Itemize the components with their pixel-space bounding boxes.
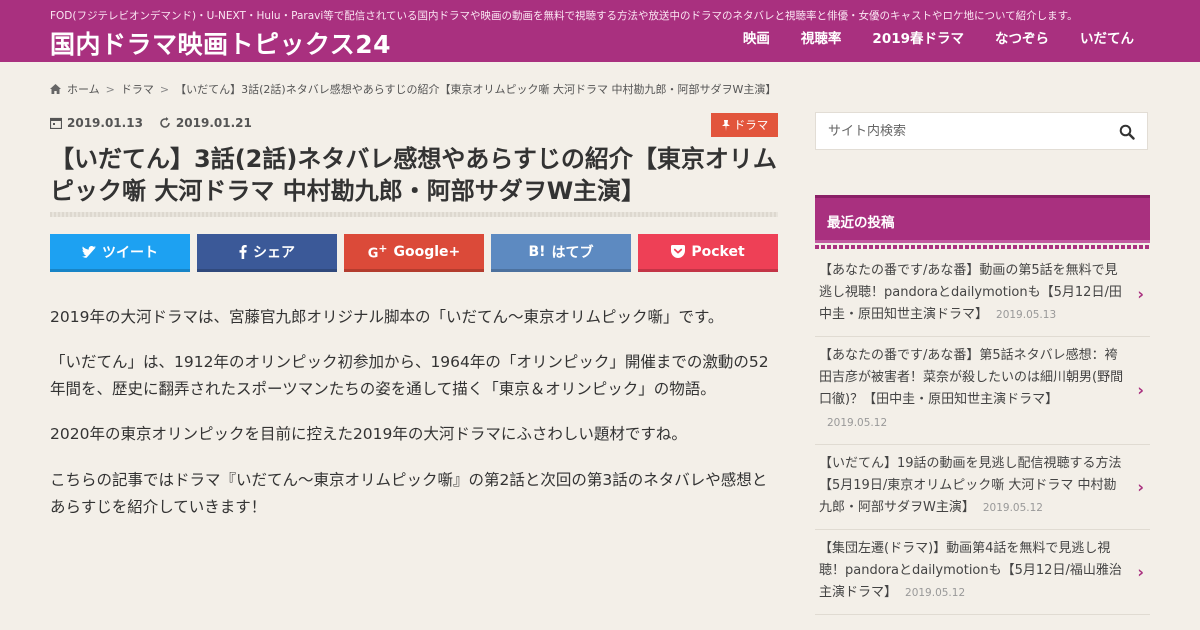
- recent-posts-list: 【あなたの番です/あな番】動画の第5話を無料で見逃し視聴！pandoraとdai…: [815, 252, 1150, 616]
- recent-post-item[interactable]: 【集団左遷(ドラマ)】動画第4話を無料で見逃し視聴！pandoraとdailym…: [815, 530, 1150, 616]
- article-body: 2019年の大河ドラマは、宮藤官九郎オリジナル脚本の「いだてん～東京オリムピック…: [50, 304, 778, 539]
- google-plus-share-button[interactable]: G+ Google+: [344, 234, 484, 272]
- published-date-text: 2019.01.13: [67, 116, 143, 130]
- recent-post-title: 【あなたの番です/あな番】動画の第5話を無料で見逃し視聴！pandoraとdai…: [819, 263, 1122, 323]
- article-title: 【いだてん】3話(2話)ネタバレ感想やあらすじの紹介【東京オリムピック噺 大河ド…: [50, 145, 777, 206]
- hatena-share-label: はてブ: [551, 244, 594, 261]
- breadcrumb: ホーム > ドラマ > 【いだてん】3話(2話)ネタバレ感想やあらすじの紹介【東…: [50, 81, 776, 97]
- title-divider: [50, 212, 778, 217]
- recent-post-item[interactable]: 【あなたの番です/あな番】動画の第5話を無料で見逃し視聴！pandoraとdai…: [815, 252, 1150, 338]
- article-dates: 2019.01.13 2019.01.21: [50, 116, 252, 130]
- facebook-share-label: シェア: [253, 244, 295, 261]
- article-paragraph: こちらの記事ではドラマ『いだてん～東京オリムピック噺』の第2話と次回の第3話のネ…: [50, 470, 768, 516]
- share-buttons: ツイート シェア G+ Google+ B! はてブ Pocket: [50, 234, 778, 272]
- breadcrumb-current: 【いだてん】3話(2話)ネタバレ感想やあらすじの紹介【東京オリムピック噺 大河ド…: [175, 83, 777, 96]
- updated-date-text: 2019.01.21: [175, 116, 252, 130]
- breadcrumb-separator: >: [105, 82, 115, 96]
- chevron-right-icon: ›: [1137, 284, 1144, 304]
- site-title[interactable]: 国内ドラマ映画トピックス24: [50, 25, 391, 61]
- recent-post-title: 【集団左遷(ドラマ)】動画第4話を無料で見逃し視聴！pandoraとdailym…: [819, 540, 1122, 601]
- recent-post-item[interactable]: 【あなたの番です/あな番】第5話ネタバレ感想：袴田吉彦が被害者！菜奈が殺したいの…: [815, 337, 1150, 445]
- facebook-share-button[interactable]: シェア: [197, 234, 337, 272]
- google-plus-share-label: Google+: [393, 243, 461, 260]
- site-search: [815, 112, 1148, 150]
- article-paragraph: 2020年の東京オリンピックを目前に控えた2019年の大河ドラマにふさわしい題材…: [50, 425, 687, 444]
- recent-post-date: 2019.05.12: [982, 501, 1043, 514]
- recent-post-item[interactable]: 【いだてん】19話の動画を見逃し配信視聴する方法【5月19日/東京オリムピック噺…: [815, 445, 1150, 530]
- breadcrumb-home[interactable]: ホーム: [67, 81, 100, 97]
- breadcrumb-separator: >: [159, 82, 170, 96]
- recent-post-date: 2019.05.12: [827, 416, 888, 429]
- chevron-right-icon: ›: [1137, 477, 1144, 497]
- pocket-share-button[interactable]: Pocket: [638, 234, 778, 272]
- calendar-icon: [50, 117, 62, 129]
- google-plus-icon: G+: [367, 241, 388, 262]
- site-tagline: FOD(フジテレビオンデマンド)・U-NEXT・Hulu・Paravi等で配信さ…: [50, 10, 1078, 22]
- refresh-icon: [160, 117, 170, 128]
- published-date: 2019.01.13: [50, 116, 143, 130]
- nav-item-movie[interactable]: 映画: [743, 27, 770, 47]
- recent-post-title: 【あなたの番です/あな番】第5話ネタバレ感想：袴田吉彦が被害者！菜奈が殺したいの…: [819, 348, 1124, 408]
- nav-item-ratings[interactable]: 視聴率: [801, 27, 842, 47]
- pin-icon: [721, 119, 730, 131]
- recent-post-date: 2019.05.13: [996, 309, 1057, 322]
- twitter-share-button[interactable]: ツイート: [50, 234, 190, 272]
- pocket-icon: [671, 245, 686, 258]
- search-input[interactable]: [816, 123, 1106, 139]
- nav-item-spring-drama[interactable]: 2019春ドラマ: [872, 27, 964, 47]
- search-icon[interactable]: [1119, 124, 1135, 140]
- nav-item-idaten[interactable]: いだてん: [1080, 27, 1134, 47]
- recent-post-date: 2019.05.12: [905, 587, 966, 600]
- facebook-icon: [239, 244, 247, 259]
- chevron-right-icon: ›: [1137, 380, 1144, 400]
- home-icon: [50, 84, 61, 94]
- article-paragraph: 「いだてん」は、1912年のオリンピック初参加から、1964年の「オリンピック」…: [50, 353, 769, 399]
- recent-post-title: 【いだてん】19話の動画を見逃し配信視聴する方法【5月19日/東京オリムピック噺…: [819, 455, 1122, 515]
- main-nav: 映画 視聴率 2019春ドラマ なつぞら いだてん: [743, 27, 1134, 47]
- twitter-icon: [82, 245, 96, 258]
- hatena-icon: B!: [528, 243, 546, 260]
- updated-date: 2019.01.21: [159, 116, 252, 130]
- pocket-share-label: Pocket: [691, 243, 745, 260]
- recent-posts-header: 最近の投稿: [815, 195, 1150, 249]
- category-badge[interactable]: ドラマ: [711, 113, 778, 137]
- chevron-right-icon: ›: [1137, 562, 1144, 582]
- category-badge-label: ドラマ: [733, 118, 769, 132]
- site-header: FOD(フジテレビオンデマンド)・U-NEXT・Hulu・Paravi等で配信さ…: [0, 0, 1200, 62]
- article-paragraph: 2019年の大河ドラマは、宮藤官九郎オリジナル脚本の「いだてん～東京オリムピック…: [50, 308, 724, 326]
- nav-item-natsuzora[interactable]: なつぞら: [995, 27, 1049, 47]
- hatena-share-button[interactable]: B! はてブ: [491, 234, 631, 272]
- breadcrumb-category[interactable]: ドラマ: [121, 81, 154, 97]
- twitter-share-label: ツイート: [102, 244, 158, 261]
